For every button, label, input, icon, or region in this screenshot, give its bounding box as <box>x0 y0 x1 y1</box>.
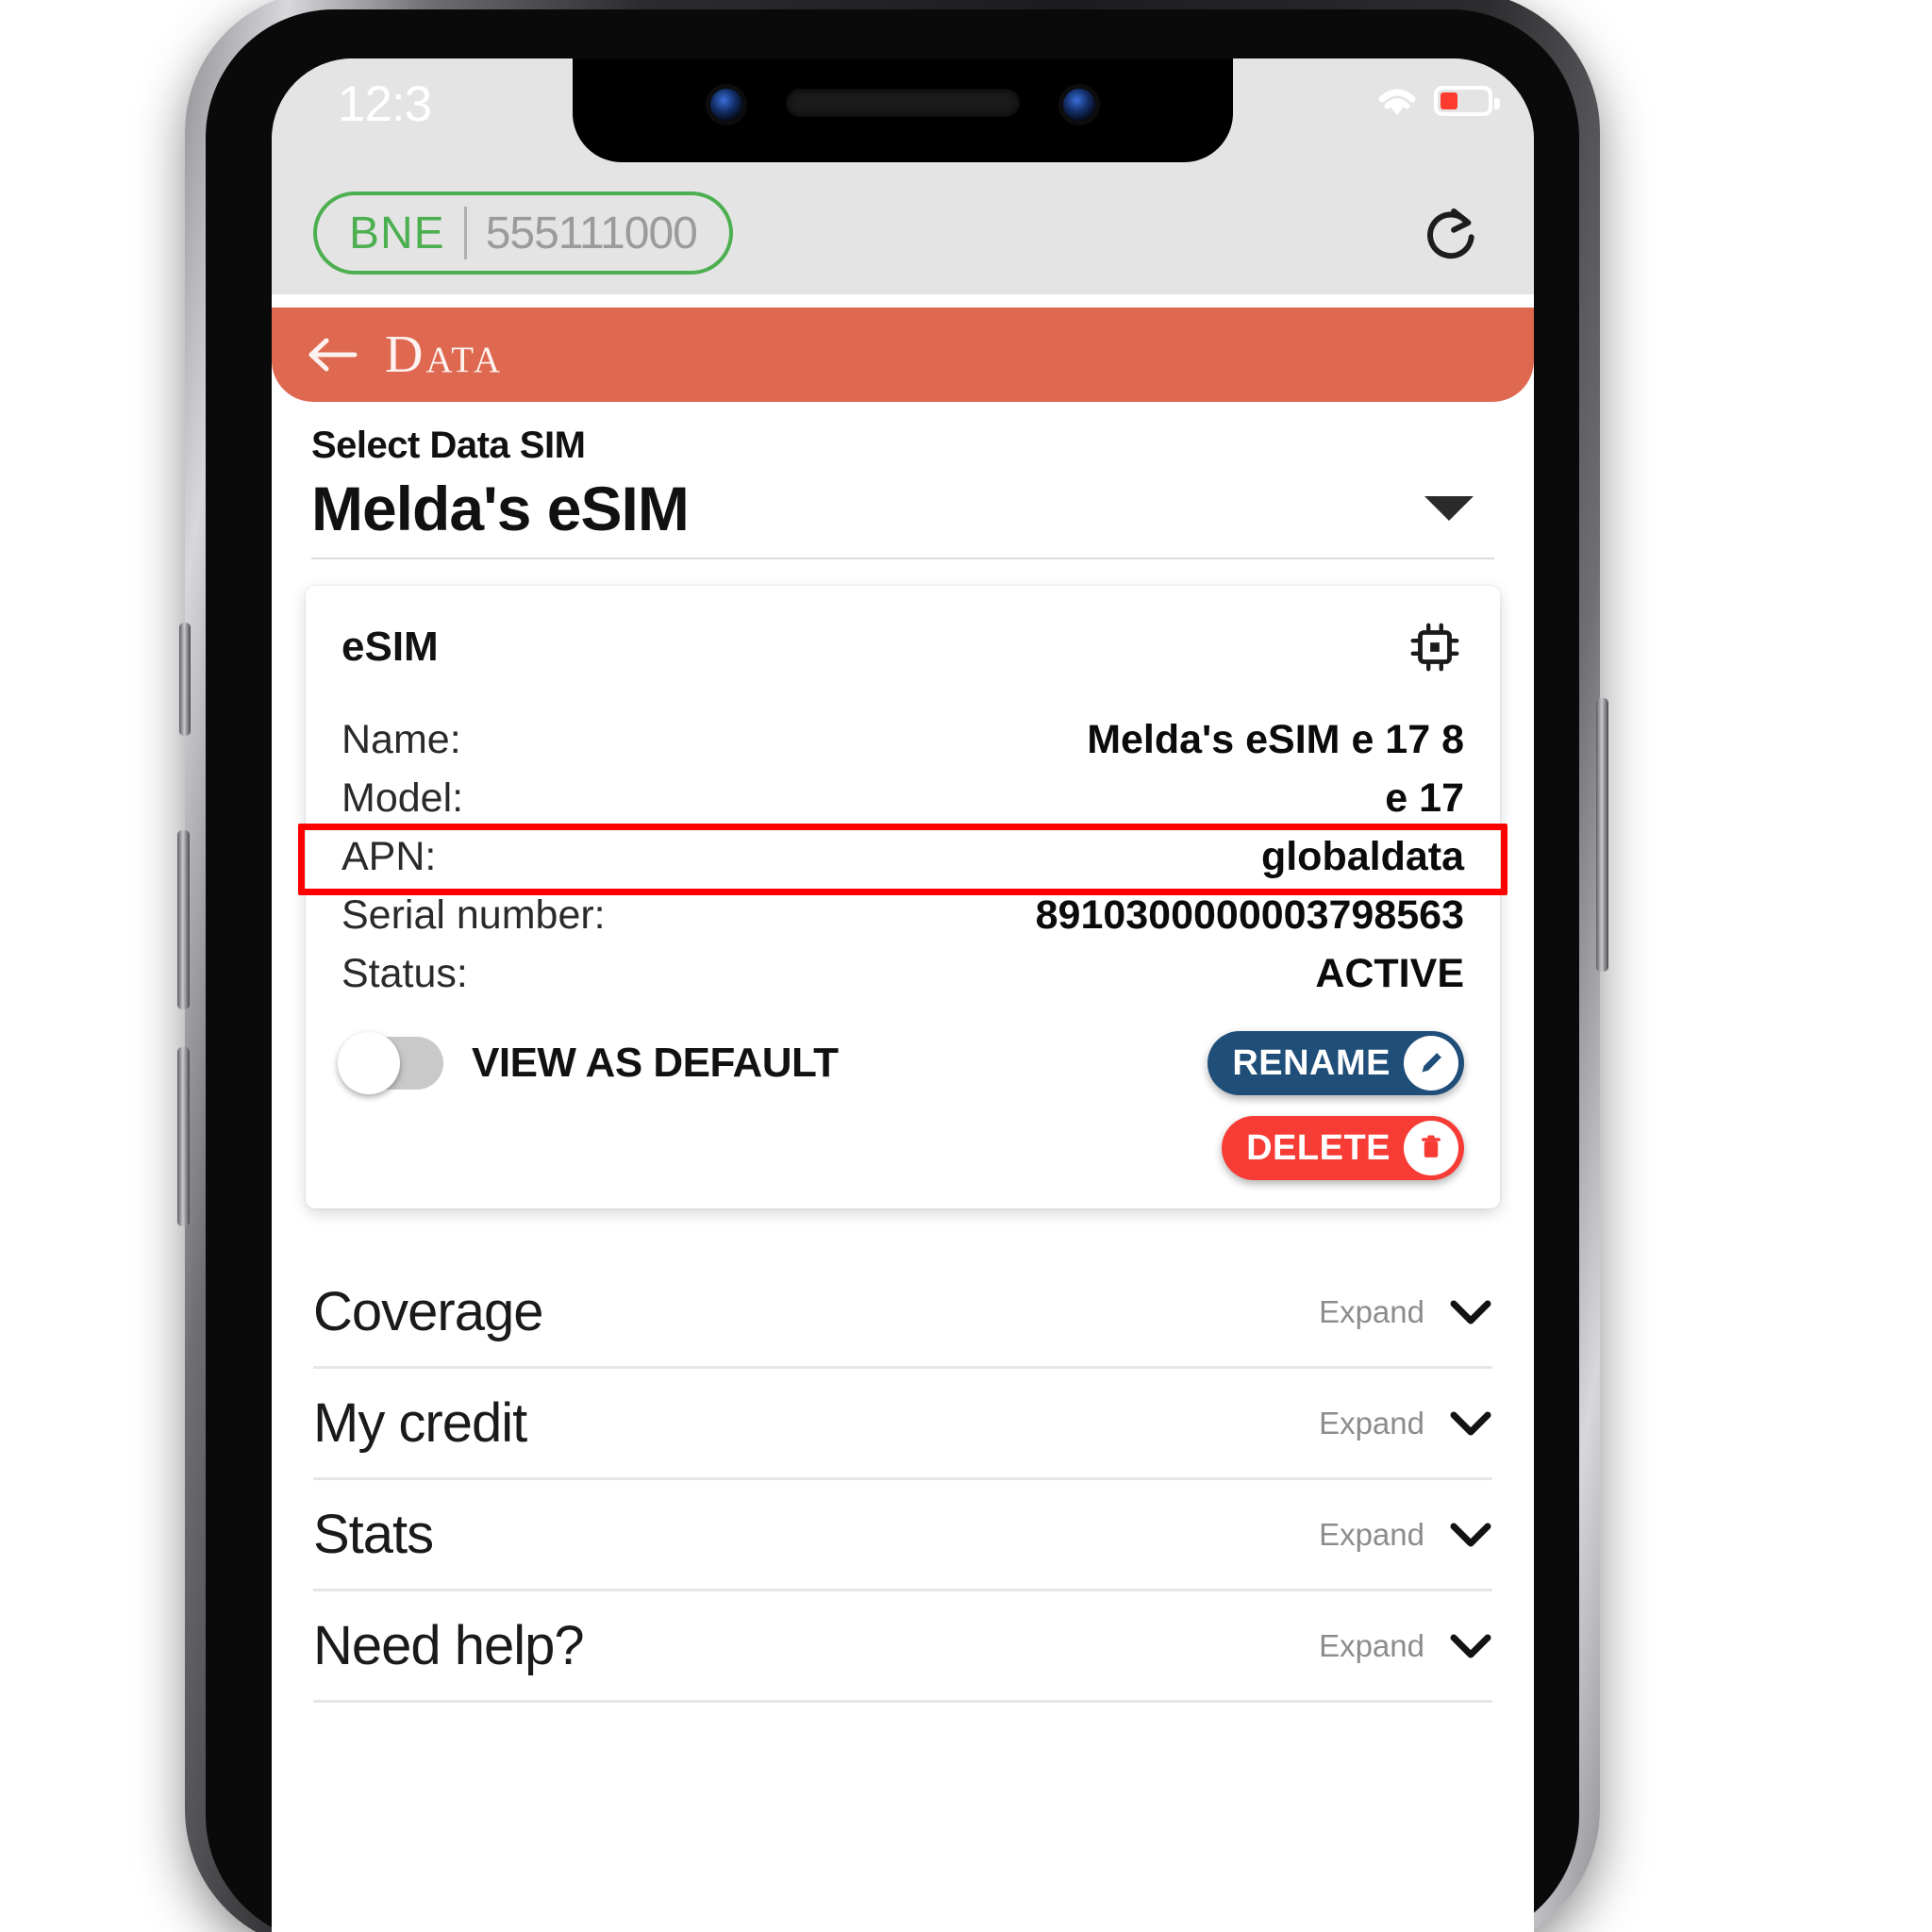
status-indicators <box>1374 83 1500 119</box>
card-actions-top-row: VIEW AS DEFAULT RENAME <box>338 1031 1464 1095</box>
expand-label: Expand <box>1319 1293 1424 1329</box>
chevron-down-icon[interactable] <box>1449 1521 1492 1549</box>
status-badge: ACTIVE <box>1315 951 1464 996</box>
detail-row: Model: e 17 <box>341 773 1464 831</box>
accordion-item-title: Coverage <box>313 1281 543 1342</box>
chevron-down-icon[interactable] <box>1449 1632 1492 1660</box>
trash-icon <box>1404 1121 1458 1175</box>
rename-button[interactable]: RENAME <box>1208 1031 1464 1095</box>
expand-label: Expand <box>1319 1516 1424 1552</box>
back-arrow-icon[interactable] <box>306 331 360 378</box>
delete-button[interactable]: DELETE <box>1222 1116 1464 1180</box>
page-title: Data <box>385 325 504 384</box>
card-actions-bottom-row: DELETE <box>341 1116 1464 1180</box>
accordion-item-control[interactable]: Expand <box>1319 1294 1492 1330</box>
accordion-item-control[interactable]: Expand <box>1319 1517 1492 1553</box>
sim-selected-value: Melda's eSIM <box>311 474 690 543</box>
wifi-icon <box>1378 89 1416 115</box>
esim-card-title: eSIM <box>341 624 439 670</box>
toggle-knob <box>338 1032 400 1094</box>
sim-selector: Select Data SIM Melda's eSIM <box>272 402 1534 559</box>
expand-label: Expand <box>1319 1627 1424 1663</box>
caret-down-icon[interactable] <box>1424 496 1474 521</box>
account-number: 555111000 <box>485 208 698 258</box>
account-code: BNE <box>349 208 445 258</box>
accordion-item-need-help[interactable]: Need help? Expand <box>313 1591 1492 1703</box>
detail-value: e 17 <box>1385 775 1464 821</box>
status-time: 12:3 <box>338 76 432 132</box>
earpiece-speaker <box>786 89 1020 117</box>
volume-down-button[interactable] <box>177 1047 190 1226</box>
phone-screen: 12:3 BNE 555111000 Data Select Data SIM … <box>272 58 1534 1932</box>
chevron-down-icon[interactable] <box>1449 1298 1492 1326</box>
refresh-icon <box>1427 208 1474 259</box>
detail-key: Serial number: <box>341 892 606 938</box>
accordion-item-title: Need help? <box>313 1615 585 1676</box>
pencil-icon <box>1404 1036 1458 1091</box>
battery-low-icon <box>1434 86 1500 116</box>
accordion-item-title: My credit <box>313 1392 527 1454</box>
accordion-list: Coverage Expand My credit Expand Stats E… <box>272 1257 1534 1703</box>
refresh-button[interactable] <box>1409 190 1496 276</box>
detail-value: globaldata <box>1260 834 1464 879</box>
detail-value: 8910300000003798563 <box>1035 892 1464 938</box>
card-actions: VIEW AS DEFAULT RENAME DELETE <box>338 1031 1464 1180</box>
chip-divider <box>463 207 467 259</box>
device-notch <box>573 58 1233 162</box>
view-as-default-label: VIEW AS DEFAULT <box>472 1040 839 1086</box>
accordion-item-control[interactable]: Expand <box>1319 1406 1492 1441</box>
screenshot-root: 12:3 BNE 555111000 Data Select Data SIM … <box>0 0 1932 1932</box>
face-id-sensor-icon <box>1063 89 1095 121</box>
rename-button-label: RENAME <box>1232 1042 1391 1083</box>
chevron-down-icon[interactable] <box>1449 1409 1492 1438</box>
page-content: Select Data SIM Melda's eSIM eSIM Name: … <box>272 402 1534 1932</box>
mute-switch[interactable] <box>179 623 191 736</box>
accordion-item-coverage[interactable]: Coverage Expand <box>313 1257 1492 1369</box>
page-title-bar: Data <box>272 308 1534 402</box>
front-camera-icon <box>710 89 742 121</box>
chip-icon <box>1410 623 1459 672</box>
sim-selector-label: Select Data SIM <box>311 425 586 466</box>
status-bar: 12:3 <box>272 58 1534 172</box>
detail-key: APN: <box>341 834 437 879</box>
detail-key: Model: <box>341 775 464 821</box>
detail-key: Status: <box>341 951 468 996</box>
esim-card-header: eSIM <box>341 618 1464 676</box>
detail-value: Melda's eSIM e 17 8 <box>1087 717 1464 762</box>
detail-row: Name: Melda's eSIM e 17 8 <box>341 714 1464 773</box>
expand-label: Expand <box>1319 1405 1424 1441</box>
view-as-default-toggle[interactable] <box>338 1032 443 1094</box>
account-chip[interactable]: BNE 555111000 <box>313 192 733 275</box>
detail-row: Serial number: 8910300000003798563 <box>341 890 1464 948</box>
accordion-item-stats[interactable]: Stats Expand <box>313 1480 1492 1591</box>
accordion-item-control[interactable]: Expand <box>1319 1628 1492 1664</box>
power-button[interactable] <box>1596 698 1608 972</box>
sim-selector-dropdown[interactable]: Melda's eSIM <box>311 467 1494 559</box>
detail-row-apn-highlighted: APN: globaldata <box>298 824 1507 895</box>
detail-key: Name: <box>341 717 461 762</box>
accordion-item-my-credit[interactable]: My credit Expand <box>313 1369 1492 1480</box>
detail-row: Status: ACTIVE <box>341 948 1464 1007</box>
app-bar: BNE 555111000 <box>272 172 1534 294</box>
volume-up-button[interactable] <box>177 830 190 1009</box>
esim-card: eSIM Name: Melda's eSIM e 17 8 Model: e … <box>298 586 1507 1208</box>
accordion-item-title: Stats <box>313 1504 434 1565</box>
delete-button-label: DELETE <box>1246 1127 1391 1168</box>
